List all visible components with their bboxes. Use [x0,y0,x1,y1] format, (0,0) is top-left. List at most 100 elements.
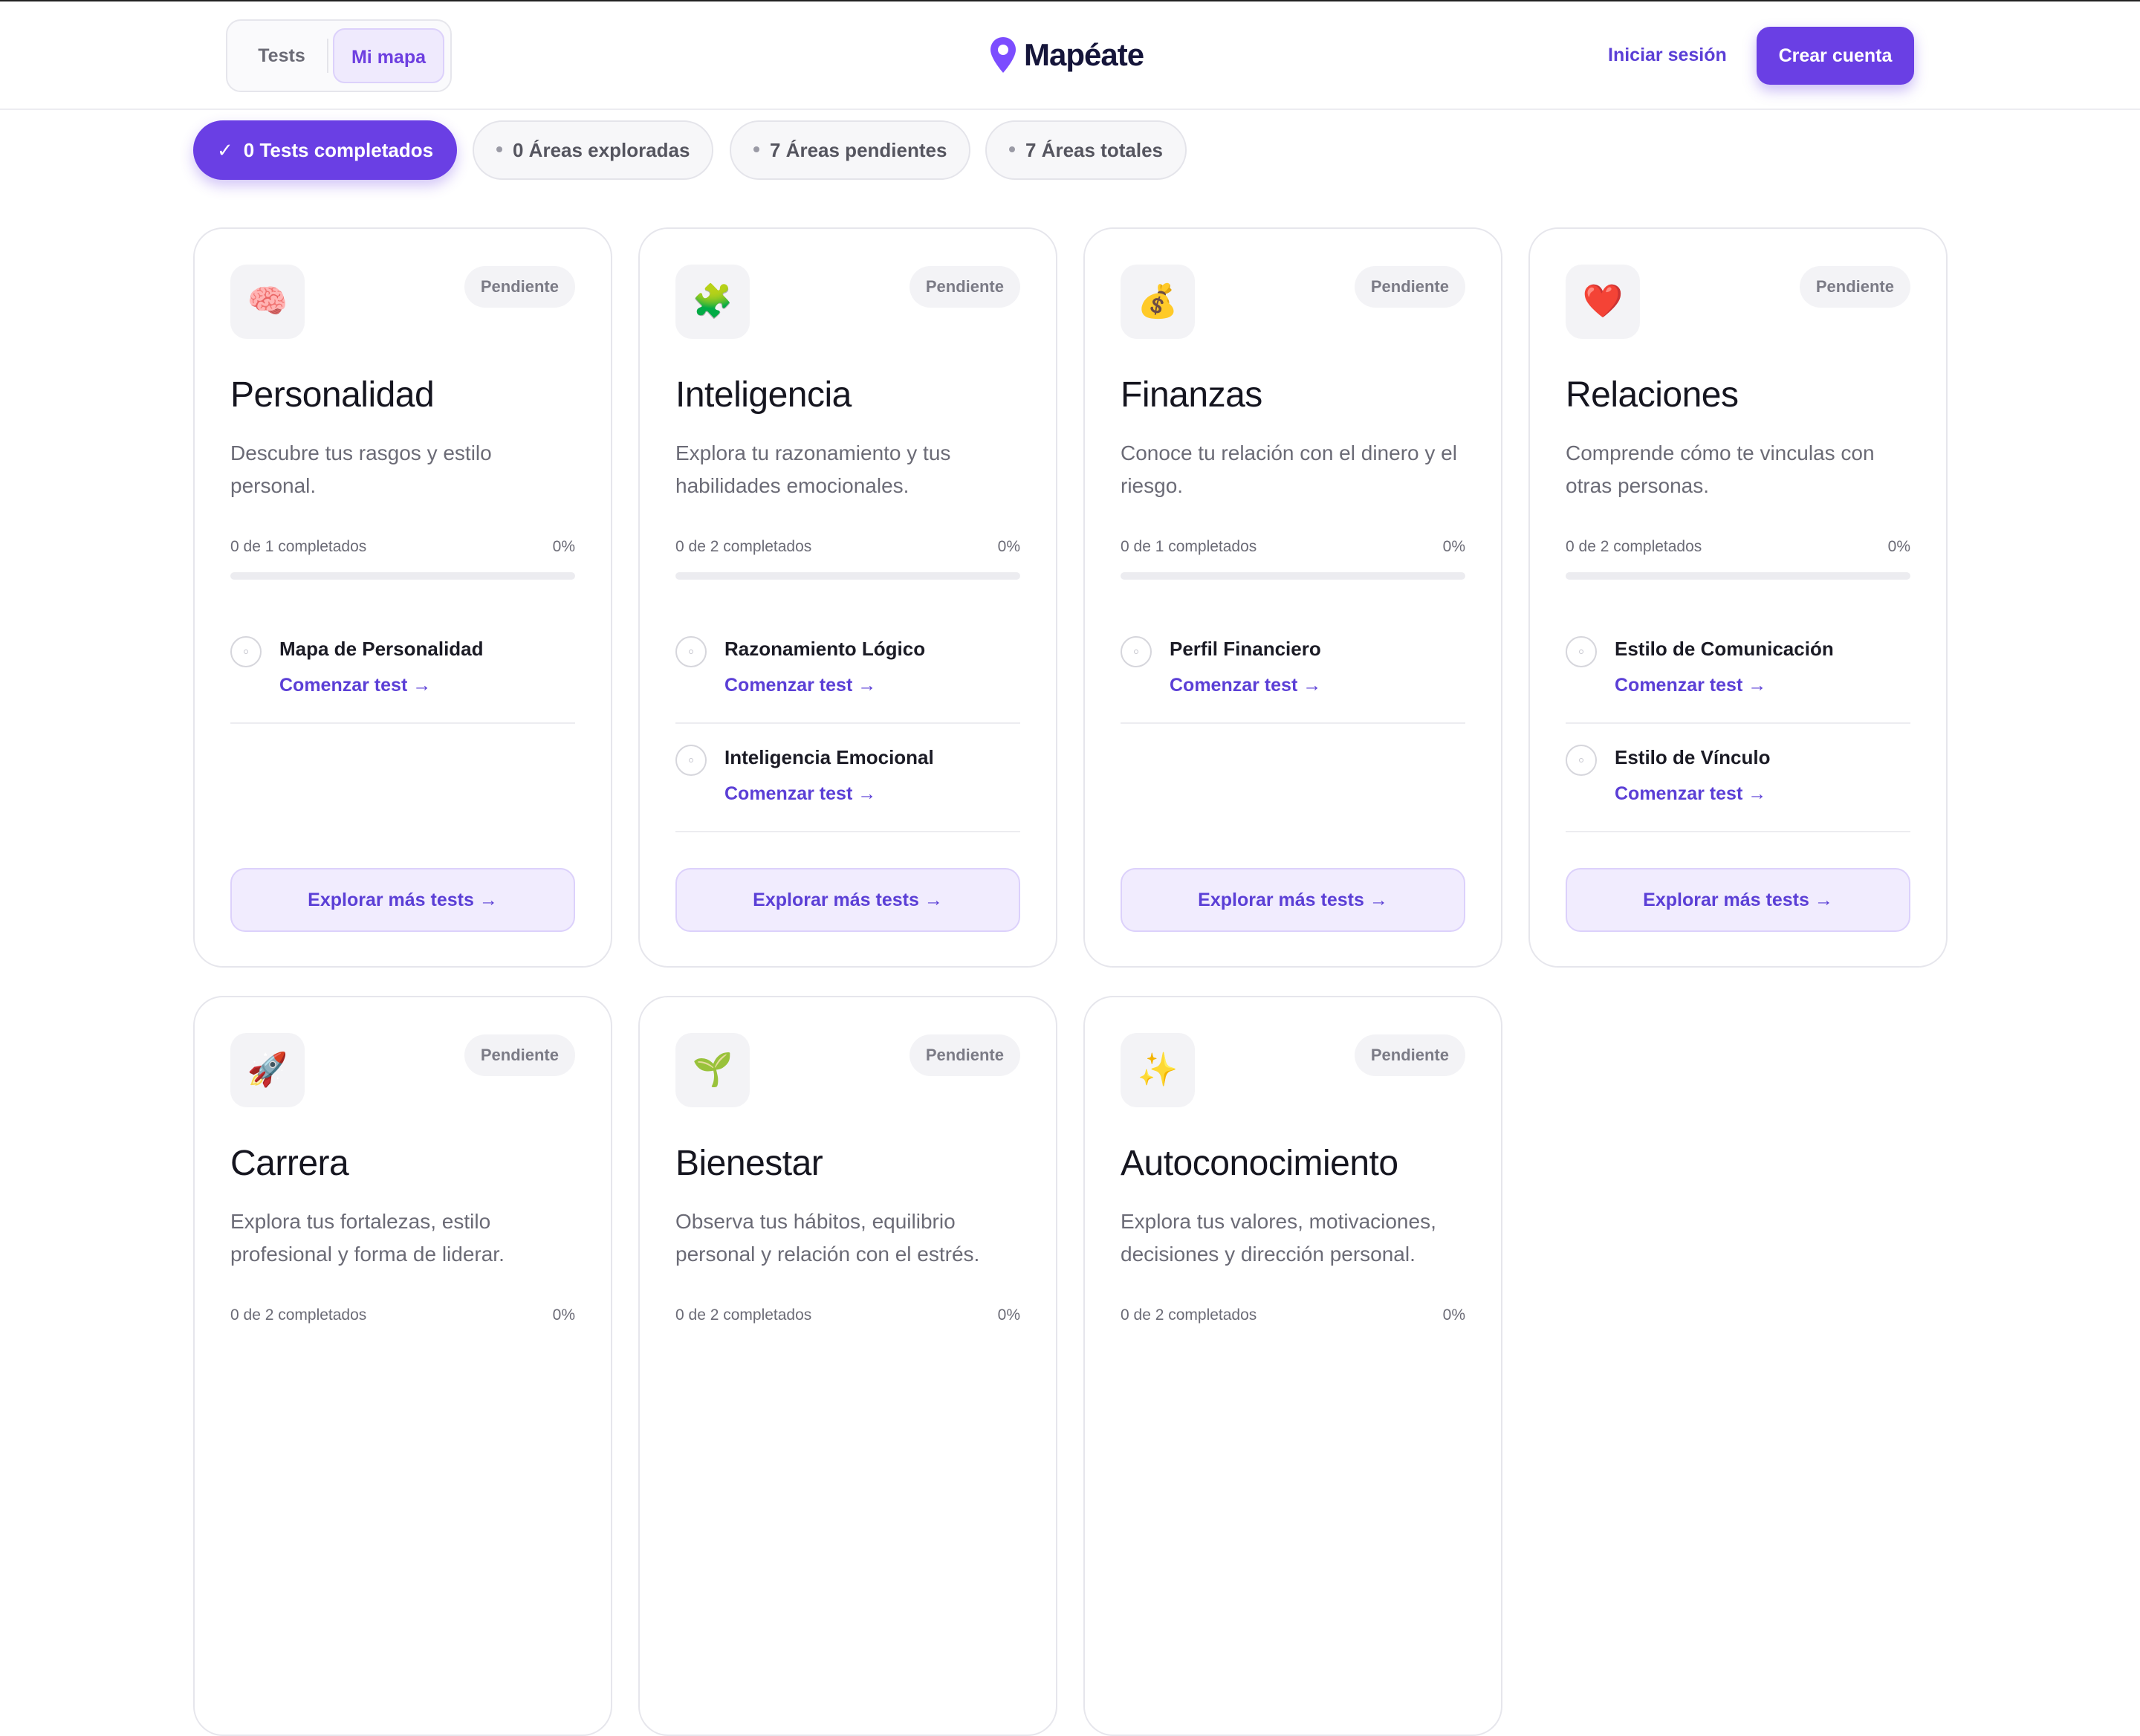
test-name: Inteligencia Emocional [724,746,934,768]
start-test-link[interactable]: Comenzar test → [724,783,876,805]
area-description: Explora tus fortalezas, estilo profesion… [230,1210,505,1266]
area-card-carrera: 🚀 Pendiente Carrera Explora tus fortalez… [193,996,612,1736]
stat-areas-explored[interactable]: 0 Áreas exploradas [473,120,714,180]
progress-percent: 0% [1887,538,1910,555]
start-test-link[interactable]: Comenzar test → [1615,783,1766,805]
progress-text: 0 de 2 completados [230,1306,367,1324]
login-link[interactable]: Iniciar sesión [1608,45,1727,66]
progress-text: 0 de 2 completados [675,538,812,555]
brain-icon: 🧠 [230,265,305,339]
progress-text: 0 de 1 completados [230,538,367,555]
start-test-link[interactable]: Comenzar test → [724,675,876,696]
sparkles-icon: ✨ [1121,1033,1195,1107]
test-name: Mapa de Personalidad [279,638,484,660]
progress-percent: 0% [997,538,1020,555]
area-title: Carrera [230,1144,349,1183]
status-circle-icon [1566,745,1597,776]
test-item[interactable]: Perfil Financiero Comenzar test → [1121,615,1465,724]
status-circle-icon [675,636,707,667]
status-badge: Pendiente [1354,266,1465,308]
test-item[interactable]: Estilo de Comunicación Comenzar test → [1566,615,1910,724]
test-item[interactable]: Inteligencia Emocional Comenzar test → [675,724,1020,832]
test-item[interactable]: Mapa de Personalidad Comenzar test → [230,615,575,724]
seedling-icon: 🌱 [675,1033,750,1107]
status-badge: Pendiente [909,266,1020,308]
tab-divider [327,39,328,73]
view-switcher: Tests Mi mapa [226,19,452,92]
status-circle-icon [675,745,707,776]
test-item[interactable]: Razonamiento Lógico Comenzar test → [675,615,1020,724]
test-name: Estilo de Vínculo [1615,746,1771,768]
check-icon: ✓ [217,139,233,161]
test-name: Estilo de Comunicación [1615,638,1834,660]
area-card-inteligencia: 🧩 Pendiente Inteligencia Explora tu razo… [638,227,1057,968]
area-title: Inteligencia [675,375,852,415]
start-test-link[interactable]: Comenzar test → [1615,675,1766,696]
area-description: Descubre tus rasgos y estilo personal. [230,441,492,497]
money-bag-icon: 💰 [1121,265,1195,339]
progress-text: 0 de 2 completados [1566,538,1702,555]
area-title: Finanzas [1121,375,1262,415]
stat-tests-completed[interactable]: ✓ 0 Tests completados [193,120,458,180]
stat-areas-pending[interactable]: 7 Áreas pendientes [730,120,971,180]
test-item[interactable]: Estilo de Vínculo Comenzar test → [1566,724,1910,832]
area-description: Observa tus hábitos, equilibrio personal… [675,1210,980,1266]
start-test-link[interactable]: Comenzar test → [279,675,431,696]
progress-percent: 0% [552,538,575,555]
explore-more-button[interactable]: Explorar más tests → [1566,868,1910,932]
progress-bar [675,572,1020,580]
progress-percent: 0% [1442,1306,1465,1324]
rocket-icon: 🚀 [230,1033,305,1107]
area-description: Explora tus valores, motivaciones, decis… [1121,1210,1436,1266]
map-pin-icon [990,37,1016,73]
explore-more-button[interactable]: Explorar más tests → [675,868,1020,932]
progress-text: 0 de 2 completados [1121,1306,1257,1324]
status-badge: Pendiente [1354,1034,1465,1076]
create-account-button[interactable]: Crear cuenta [1757,27,1914,85]
explore-more-button[interactable]: Explorar más tests → [230,868,575,932]
stat-label: 0 Áreas exploradas [513,139,690,161]
progress-bar [1121,572,1465,580]
puzzle-icon: 🧩 [675,265,750,339]
status-badge: Pendiente [909,1034,1020,1076]
progress-percent: 0% [1442,538,1465,555]
tab-mi-mapa[interactable]: Mi mapa [333,28,444,83]
area-title: Bienestar [675,1144,823,1183]
stat-areas-total[interactable]: 7 Áreas totales [985,120,1187,180]
status-circle-icon [1121,636,1152,667]
area-card-autoconocimiento: ✨ Pendiente Autoconocimiento Explora tus… [1083,996,1502,1736]
area-title: Personalidad [230,375,435,415]
progress-text: 0 de 2 completados [675,1306,812,1324]
dot-icon [753,146,759,153]
stat-label: 7 Áreas pendientes [770,139,947,161]
dot-icon [1009,146,1015,153]
area-title: Relaciones [1566,375,1739,415]
area-description: Conoce tu relación con el dinero y el ri… [1121,441,1457,497]
area-description: Comprende cómo te vinculas con otras per… [1566,441,1875,497]
progress-bar [230,572,575,580]
test-name: Perfil Financiero [1170,638,1321,660]
status-circle-icon [230,636,262,667]
area-title: Autoconocimiento [1121,1144,1398,1183]
dot-icon [496,146,502,153]
area-card-finanzas: 💰 Pendiente Finanzas Conoce tu relación … [1083,227,1502,968]
heart-icon: ❤️ [1566,265,1640,339]
start-test-link[interactable]: Comenzar test → [1170,675,1321,696]
status-badge: Pendiente [464,1034,575,1076]
tab-tests[interactable]: Tests [236,28,327,83]
progress-text: 0 de 1 completados [1121,538,1257,555]
top-navbar: Tests Mi mapa Mapéate Iniciar sesión Cre… [0,1,2140,110]
test-name: Razonamiento Lógico [724,638,926,660]
stat-label: 0 Tests completados [243,139,434,161]
status-circle-icon [1566,636,1597,667]
progress-bar [1566,572,1910,580]
status-badge: Pendiente [464,266,575,308]
stat-label: 7 Áreas totales [1025,139,1163,161]
area-card-personalidad: 🧠 Pendiente Personalidad Descubre tus ra… [193,227,612,968]
status-badge: Pendiente [1799,266,1910,308]
explore-more-button[interactable]: Explorar más tests → [1121,868,1465,932]
progress-percent: 0% [997,1306,1020,1324]
progress-percent: 0% [552,1306,575,1324]
area-card-relaciones: ❤️ Pendiente Relaciones Comprende cómo t… [1528,227,1948,968]
area-card-bienestar: 🌱 Pendiente Bienestar Observa tus hábito… [638,996,1057,1736]
